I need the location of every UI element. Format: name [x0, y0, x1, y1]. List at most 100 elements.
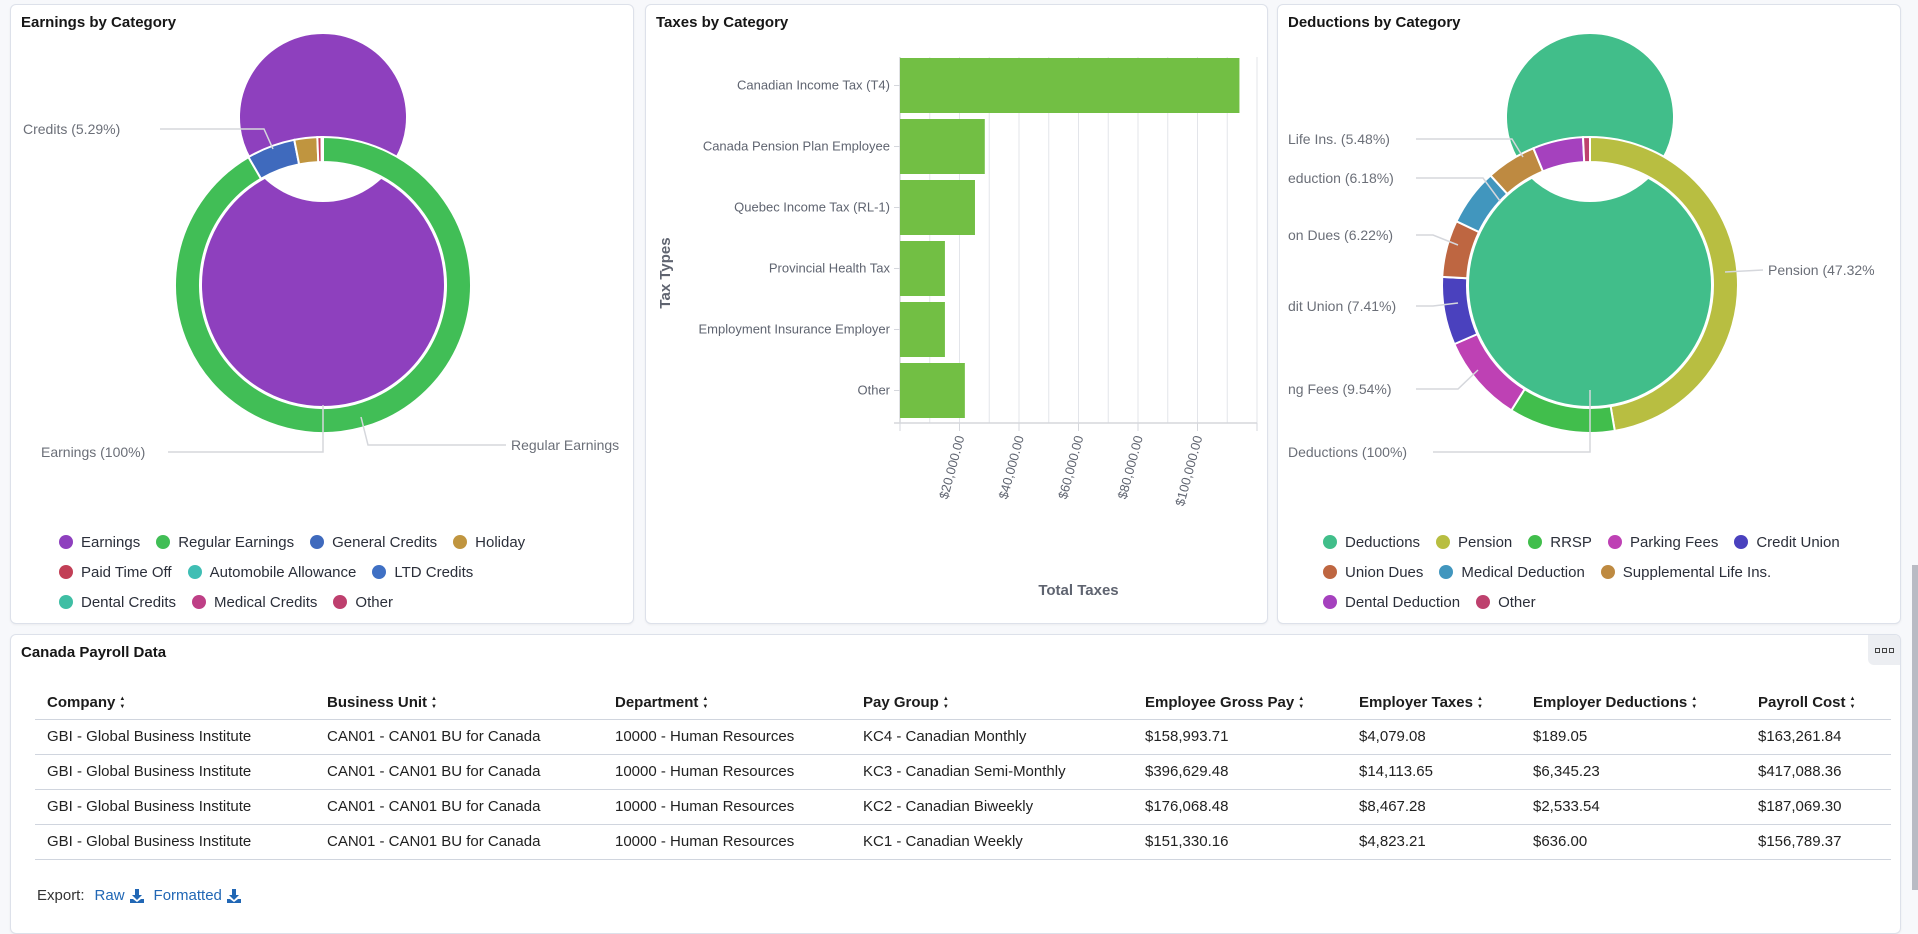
legend-item[interactable]: Dental Deduction [1323, 594, 1460, 611]
table-cell: CAN01 - CAN01 BU for Canada [315, 824, 603, 860]
donut-slices [174, 32, 472, 434]
sort-icon[interactable]: ▲ ▼ [1850, 695, 1856, 711]
callout-union: on Dues (6.22%) [1288, 227, 1393, 243]
table-row: GBI - Global Business Institute CAN01 - C… [35, 754, 1891, 790]
legend-item[interactable]: RRSP [1528, 534, 1592, 551]
legend-label: Other [355, 593, 393, 611]
table-cell: $187,069.30 [1746, 789, 1891, 825]
legend-label: Paid Time Off [81, 563, 172, 581]
table-cell: $163,261.84 [1746, 719, 1891, 755]
callout-line-life [1416, 138, 1524, 158]
deductions-donut-chart: Life Ins. (5.48%) eduction (6.18%) on Du… [1288, 32, 1875, 460]
legend-item[interactable]: Parking Fees [1607, 534, 1718, 551]
legend-item[interactable]: Medical Deduction [1439, 564, 1585, 581]
export-label: Export: [37, 887, 85, 904]
table-cell: GBI - Global Business Institute [35, 789, 315, 825]
legend-dot-icon [1607, 535, 1622, 549]
more-options-button[interactable] [1868, 635, 1900, 665]
inner-slice-deductions[interactable] [1466, 32, 1713, 408]
table-cell: $4,823.21 [1347, 824, 1521, 860]
bar-other[interactable] [900, 363, 965, 418]
table-cell: 10000 - Human Resources [603, 824, 851, 860]
table-cell: 10000 - Human Resources [603, 754, 851, 790]
table-cell: GBI - Global Business Institute [35, 719, 315, 755]
legend-dot-icon [310, 535, 325, 549]
bar-quebec-income-tax-rl-1-[interactable] [900, 180, 975, 235]
sort-icon[interactable]: ▲ ▼ [1691, 695, 1697, 711]
sort-icon[interactable]: ▲ ▼ [119, 695, 125, 711]
earnings-legend: Earnings Regular Earnings General Credits H… [59, 527, 619, 617]
callout-life: Life Ins. (5.48%) [1288, 131, 1390, 147]
donut-slices [1441, 32, 1739, 434]
legend-dot-icon [1476, 595, 1491, 609]
column-header-company[interactable]: Company ▲ ▼ [35, 687, 315, 720]
export-raw-link[interactable]: Raw [95, 887, 144, 904]
legend-item[interactable]: Medical Credits [192, 594, 317, 611]
bar-canada-pension-plan-employee[interactable] [900, 119, 985, 174]
legend-item[interactable]: Paid Time Off [59, 564, 172, 581]
table-cell: GBI - Global Business Institute [35, 824, 315, 860]
y-tick-label: Employment Insurance Employer [699, 322, 891, 337]
legend-item[interactable]: Credit Union [1734, 534, 1840, 551]
column-header-payroll-cost[interactable]: Payroll Cost ▲ ▼ [1746, 687, 1891, 720]
legend-item[interactable]: Regular Earnings [156, 534, 294, 551]
export-bar: Export: Raw Formatted [37, 887, 241, 904]
legend-item[interactable]: Union Dues [1323, 564, 1423, 581]
export-formatted-link[interactable]: Formatted [154, 887, 241, 904]
column-header-label: Department [615, 694, 699, 712]
x-tick-label: $100,000.00 [1172, 434, 1205, 508]
sort-icon[interactable]: ▲ ▼ [943, 695, 949, 711]
legend-item[interactable]: Deductions [1323, 534, 1420, 551]
legend-dot-icon [1528, 535, 1543, 549]
column-header-pay-group[interactable]: Pay Group ▲ ▼ [851, 687, 1133, 720]
legend-item[interactable]: Other [1476, 594, 1536, 611]
x-axis-title: Total Taxes [1038, 582, 1118, 599]
callout-credits: Credits (5.29%) [23, 121, 120, 137]
legend-label: Supplemental Life Ins. [1622, 563, 1772, 581]
table-cell: KC2 - Canadian Biweekly [851, 789, 1133, 825]
legend-item[interactable]: Dental Credits [59, 594, 176, 611]
legend-dot-icon [187, 565, 202, 579]
callout-parking: ng Fees (9.54%) [1288, 381, 1392, 397]
column-header-employee-gross-pay[interactable]: Employee Gross Pay ▲ ▼ [1133, 687, 1347, 720]
y-tick-label: Provincial Health Tax [769, 261, 891, 276]
bar-provincial-health-tax[interactable] [900, 241, 945, 296]
page-scrollbar-thumb[interactable] [1912, 565, 1918, 890]
legend-item[interactable]: Holiday [453, 534, 525, 551]
table-body: GBI - Global Business Institute CAN01 - C… [35, 719, 1891, 860]
sort-icon[interactable]: ▲ ▼ [431, 695, 437, 711]
inner-slice-earnings[interactable] [199, 32, 446, 408]
column-header-label: Pay Group [863, 694, 939, 712]
legend-item[interactable]: General Credits [310, 534, 437, 551]
legend-item[interactable]: Automobile Allowance [187, 564, 356, 581]
legend-dot-icon [59, 595, 73, 609]
sort-icon[interactable]: ▲ ▼ [1298, 695, 1304, 711]
legend-item[interactable]: LTD Credits [372, 564, 473, 581]
column-header-business-unit[interactable]: Business Unit ▲ ▼ [315, 687, 603, 720]
legend-item[interactable]: Pension [1436, 534, 1512, 551]
table-cell: GBI - Global Business Institute [35, 754, 315, 790]
column-header-department[interactable]: Department ▲ ▼ [603, 687, 851, 720]
outer-slice-holiday[interactable] [293, 136, 320, 166]
table-cell: $176,068.48 [1133, 789, 1347, 825]
sort-icon[interactable]: ▲ ▼ [1477, 695, 1483, 711]
legend-item[interactable]: Other [333, 594, 393, 611]
legend-item[interactable]: Supplemental Life Ins. [1600, 563, 1772, 581]
bar-canadian-income-tax-t4-[interactable] [900, 58, 1240, 113]
column-header-label: Employee Gross Pay [1145, 694, 1295, 712]
sort-icon[interactable]: ▲ ▼ [702, 695, 708, 711]
bar-employment-insurance-employer[interactable] [900, 302, 945, 357]
table-cell: $158,993.71 [1133, 719, 1347, 755]
legend-dot-icon [156, 535, 171, 549]
table-row: GBI - Global Business Institute CAN01 - C… [35, 719, 1891, 755]
column-header-employer-taxes[interactable]: Employer Taxes ▲ ▼ [1347, 687, 1521, 720]
legend-label: Medical Credits [214, 593, 318, 611]
legend-dot-icon [333, 595, 348, 609]
taxes-panel: Taxes by Category Canadian Income Tax (T… [645, 4, 1268, 624]
outer-slice-other[interactable] [320, 135, 324, 164]
column-header-employer-deductions[interactable]: Employer Deductions ▲ ▼ [1521, 687, 1746, 720]
legend-item[interactable]: Earnings [59, 534, 140, 551]
outer-slice-other[interactable] [1581, 135, 1591, 164]
table-row: GBI - Global Business Institute CAN01 - C… [35, 789, 1891, 825]
y-tick-label: Canadian Income Tax (T4) [737, 78, 890, 93]
